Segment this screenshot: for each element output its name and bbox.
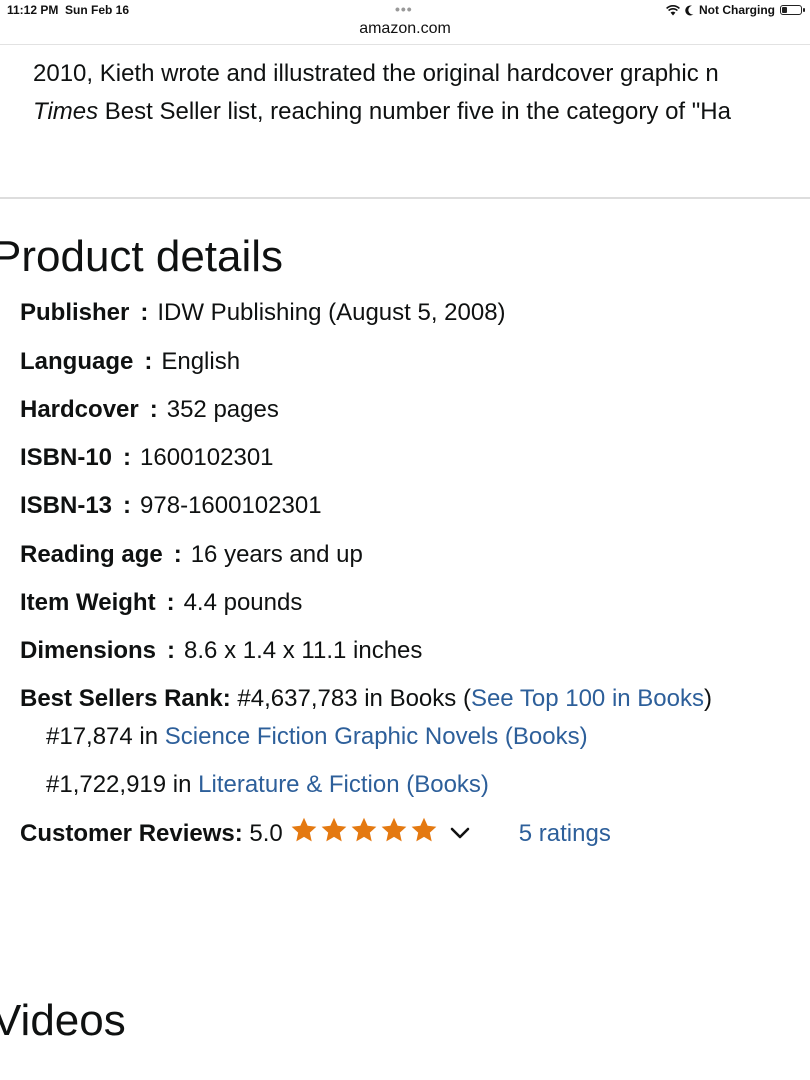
detail-label: ISBN-13 <box>20 492 113 519</box>
ratings-link[interactable]: 5 ratings <box>519 820 611 847</box>
description-line-2: Times Best Seller list, reaching number … <box>33 93 810 131</box>
star-rating[interactable] <box>289 816 439 844</box>
detail-label: Item Weight <box>20 589 156 616</box>
description-paragraph: 2010, Kieth wrote and illustrated the or… <box>33 55 810 131</box>
sub-rank-value: #1,722,919 in <box>46 771 199 798</box>
detail-value: 16 years and up <box>190 541 363 568</box>
videos-heading: Videos <box>0 996 126 1045</box>
chevron-down-icon[interactable] <box>449 824 471 842</box>
detail-label: ISBN-10 <box>20 444 113 471</box>
charging-status: Not Charging <box>699 3 775 17</box>
status-bar: 11:12 PM Sun Feb 16 ••• Not Charging <box>0 0 810 20</box>
detail-label: Hardcover <box>20 396 139 423</box>
status-indicators: Not Charging <box>666 3 805 17</box>
url-bar[interactable]: amazon.com <box>0 20 810 38</box>
moon-icon <box>685 4 694 15</box>
star-icon <box>351 817 377 842</box>
detail-value: 1600102301 <box>140 444 274 471</box>
battery-icon <box>780 5 805 15</box>
section-divider <box>0 197 810 199</box>
sub-rank-scifi: #17,874 in Science Fiction Graphic Novel… <box>46 720 588 754</box>
description-line-1: 2010, Kieth wrote and illustrated the or… <box>33 60 719 87</box>
detail-value: 352 pages <box>166 396 279 423</box>
customer-reviews: Customer Reviews: 5.0 5 ratings <box>20 816 611 851</box>
detail-row-isbn13: ISBN-13:978-1600102301 <box>20 492 322 519</box>
sub-rank-value: #17,874 in <box>46 723 165 750</box>
best-sellers-rank-value: #4,637,783 in Books ( <box>230 685 471 712</box>
toolbar-divider <box>0 44 810 45</box>
tab-dots[interactable]: ••• <box>395 1 413 17</box>
description-line-2-text: Best Seller list, reaching number five i… <box>98 98 731 125</box>
star-icon <box>321 817 347 842</box>
detail-value: English <box>161 348 241 375</box>
detail-row-hardcover: Hardcover:352 pages <box>20 396 279 423</box>
detail-row-dimensions: Dimensions:8.6 x 1.4 x 11.1 inches <box>20 637 423 664</box>
detail-value: IDW Publishing (August 5, 2008) <box>157 299 506 326</box>
detail-row-reading-age: Reading age:16 years and up <box>20 541 363 568</box>
detail-row-isbn10: ISBN-10:1600102301 <box>20 444 274 471</box>
best-sellers-label: Best Sellers Rank: <box>20 685 231 712</box>
status-time: 11:12 PM <box>7 3 59 17</box>
close-paren: ) <box>704 685 712 712</box>
see-top-100-link[interactable]: See Top 100 in Books <box>471 685 704 712</box>
detail-value: 8.6 x 1.4 x 11.1 inches <box>184 637 423 664</box>
detail-row-language: Language: English <box>20 348 241 375</box>
best-sellers-rank: Best Sellers Rank: #4,637,783 in Books (… <box>20 682 712 716</box>
detail-label: Dimensions <box>20 637 157 664</box>
product-details-heading: Product details <box>0 232 284 281</box>
detail-row-publisher: Publisher: IDW Publishing (August 5, 2008… <box>20 299 506 326</box>
star-icon <box>381 817 407 842</box>
literature-fiction-link[interactable]: Literature & Fiction (Books) <box>198 771 489 798</box>
description-italic: Times <box>33 98 99 125</box>
sub-rank-literature: #1,722,919 in Literature & Fiction (Book… <box>46 768 489 802</box>
status-date: Sun Feb 16 <box>65 3 130 17</box>
detail-label: Publisher <box>20 299 130 326</box>
star-icon <box>411 817 437 842</box>
scifi-graphic-novels-link[interactable]: Science Fiction Graphic Novels (Books) <box>165 723 588 750</box>
customer-reviews-label: Customer Reviews: <box>20 820 243 847</box>
wifi-icon <box>666 4 680 15</box>
detail-value: 978-1600102301 <box>140 492 322 519</box>
detail-label: Reading age <box>20 541 163 568</box>
detail-label: Language <box>20 348 134 375</box>
detail-row-item-weight: Item Weight:4.4 pounds <box>20 589 303 616</box>
review-score: 5.0 <box>242 820 283 847</box>
detail-value: 4.4 pounds <box>183 589 303 616</box>
star-icon <box>291 817 317 842</box>
